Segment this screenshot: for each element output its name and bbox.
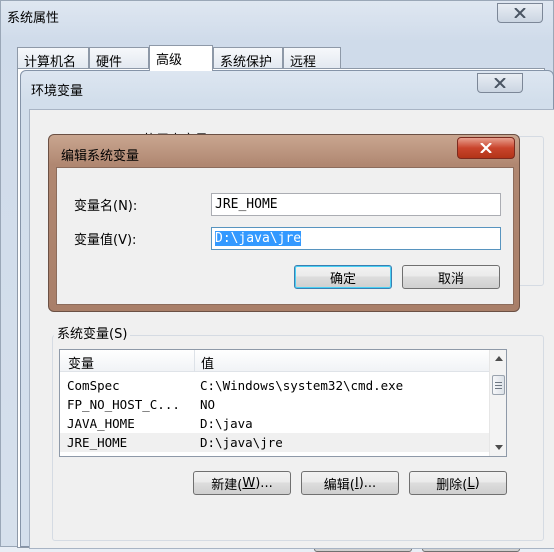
close-icon [494,78,506,88]
variable-value: NO [200,397,216,412]
variable-value-label: 变量值(V): [74,233,137,248]
column-header-variable[interactable]: 变量 [68,353,94,372]
variable-name: JRE_HOME [67,435,128,450]
scroll-down-arrow[interactable] [490,439,506,456]
edit-dialog-close-button[interactable] [457,137,515,159]
table-row[interactable]: JAVA_HOME D:\java [60,414,490,433]
table-row-selected[interactable]: JRE_HOME D:\java\jre [60,433,490,452]
variable-value-field[interactable]: D:\java\jre [211,227,501,250]
chevron-up-icon [494,356,503,361]
variable-name: FP_NO_HOST_C... [67,397,180,412]
table-row[interactable]: FP_NO_HOST_C... NO [60,395,490,414]
scroll-up-arrow[interactable] [490,350,506,367]
edit-system-variable-dialog: 编辑系统变量 变量名(N): JRE_HOME 变量值(V): D:\java\… [48,134,520,312]
tab-computer-name[interactable]: 计算机名 [17,47,89,70]
edit-ok-button[interactable]: 确定 [294,265,392,289]
scroll-thumb[interactable] [492,375,505,395]
tab-advanced[interactable]: 高级 [149,45,213,71]
edit-cancel-button[interactable]: 取消 [402,265,500,289]
chevron-down-icon [494,445,503,450]
system-variables-list[interactable]: 变量 值 ComSpec C:\Windows\system32\cmd.exe… [59,349,507,457]
tab-hardware[interactable]: 硬件 [89,47,149,70]
variable-value: D:\java\jre [200,435,283,450]
env-window-title: 环境变量 [31,84,84,99]
vertical-scrollbar[interactable] [489,350,506,456]
variable-value: D:\java [200,416,253,431]
tab-remote[interactable]: 远程 [283,47,341,70]
env-close-button[interactable] [477,73,523,93]
list-header: 变量 值 [60,350,506,372]
variable-value: C:\Windows\system32\cmd.exe [200,378,404,393]
close-icon [514,8,526,18]
delete-variable-button[interactable]: 删除(L) [409,471,507,495]
variable-name: JAVA_HOME [67,416,135,431]
variable-name-field[interactable]: JRE_HOME [211,193,501,216]
tab-system-protection[interactable]: 系统保护 [213,47,283,70]
edit-variable-button[interactable]: 编辑(I)... [301,471,399,495]
window-title: 系统属性 [7,11,60,26]
column-header-value[interactable]: 值 [201,353,214,372]
close-icon [480,143,492,153]
variable-name: ComSpec [67,378,120,393]
new-variable-button[interactable]: 新建(W)... [193,471,291,495]
close-button[interactable] [497,3,543,23]
system-variables-label: 系统变量(S) [54,323,131,342]
edit-dialog-body: 变量名(N): JRE_HOME 变量值(V): D:\java\jre 确定 … [56,167,514,305]
edit-dialog-title: 编辑系统变量 [61,149,140,164]
table-row[interactable]: ComSpec C:\Windows\system32\cmd.exe [60,376,490,395]
variable-name-label: 变量名(N): [74,199,138,214]
